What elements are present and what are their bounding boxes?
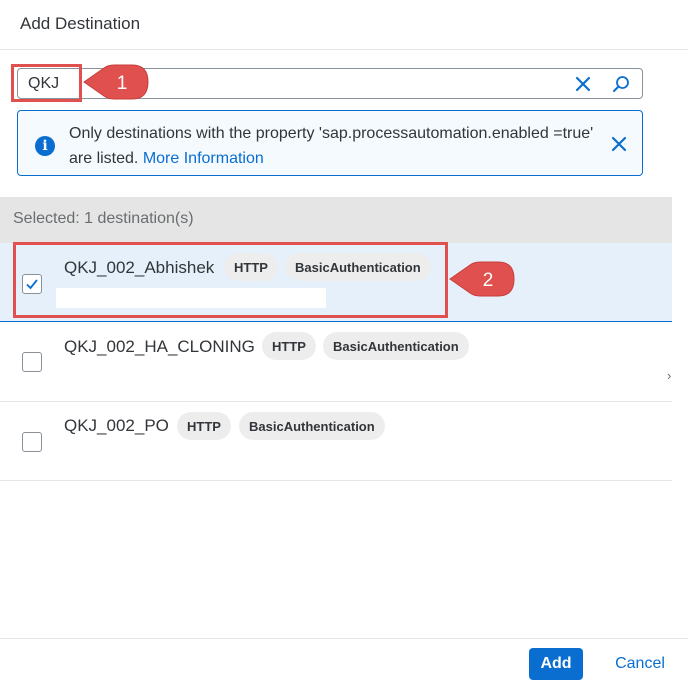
dialog-title: Add Destination (20, 14, 141, 33)
search-icon[interactable] (608, 71, 634, 97)
info-message: Only destinations with the property 'sap… (69, 121, 599, 171)
info-icon: i (35, 136, 55, 156)
row-checkbox[interactable] (22, 432, 42, 452)
close-icon[interactable] (607, 132, 631, 156)
chevron-right-icon: › (667, 368, 672, 383)
row-checkbox[interactable] (22, 352, 42, 372)
row-highlight-box (13, 242, 448, 318)
cancel-button[interactable]: Cancel (604, 648, 676, 680)
info-message-strip: i Only destinations with the property 's… (17, 110, 643, 176)
callout-marker: 1 (83, 64, 149, 100)
destination-name: QKJ_002_PO (64, 416, 169, 435)
list-item[interactable]: QKJ_002_PO HTTP BasicAuthentication (0, 402, 672, 481)
dialog-header: Add Destination (0, 0, 688, 50)
add-button[interactable]: Add (529, 648, 583, 680)
add-destination-dialog: Add Destination 1 i Only destinations wi… (0, 0, 688, 688)
authentication-tag: BasicAuthentication (323, 332, 469, 360)
callout-number: 2 (483, 270, 494, 291)
callout-marker: 2 (449, 261, 515, 297)
destination-name: QKJ_002_HA_CLONING (64, 337, 255, 356)
list-item[interactable]: QKJ_002_HA_CLONING HTTP BasicAuthenticat… (0, 323, 672, 402)
selection-summary-bar: Selected: 1 destination(s) (0, 197, 672, 243)
search-highlight-box (11, 64, 82, 102)
authentication-tag: BasicAuthentication (239, 412, 385, 440)
close-icon[interactable] (570, 71, 596, 97)
selection-summary: Selected: 1 destination(s) (13, 210, 194, 227)
more-information-link[interactable]: More Information (143, 150, 264, 167)
protocol-tag: HTTP (262, 332, 316, 360)
protocol-tag: HTTP (177, 412, 231, 440)
dialog-footer: Add Cancel (0, 638, 688, 688)
callout-number: 1 (117, 73, 128, 94)
